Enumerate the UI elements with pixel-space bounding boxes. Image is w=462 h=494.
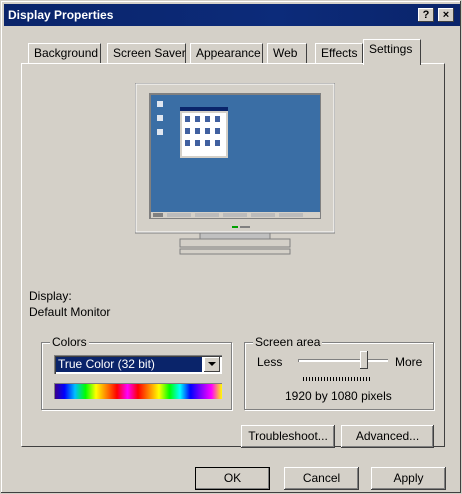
- display-value: Default Monitor: [29, 305, 111, 319]
- more-label: More: [395, 355, 423, 369]
- screen-area-legend: Screen area: [253, 335, 323, 349]
- slider-ticks: [303, 377, 371, 381]
- tab-effects[interactable]: Effects: [315, 43, 363, 63]
- tab-appearance[interactable]: Appearance: [190, 43, 263, 63]
- window-title: Display Properties: [8, 8, 114, 22]
- apply-button[interactable]: Apply: [371, 467, 446, 490]
- display-properties-window: Display Properties ? × Background Screen…: [0, 0, 462, 494]
- cancel-button[interactable]: Cancel: [284, 467, 359, 490]
- monitor-preview: [135, 83, 335, 255]
- resolution-slider-track[interactable]: [298, 359, 388, 362]
- ok-button[interactable]: OK: [195, 467, 270, 490]
- less-label: Less: [257, 355, 283, 369]
- troubleshoot-button[interactable]: Troubleshoot...: [241, 425, 335, 448]
- tab-settings[interactable]: Settings: [363, 39, 421, 65]
- tab-web[interactable]: Web: [267, 43, 307, 63]
- display-label: Display:: [29, 289, 72, 303]
- title-bar[interactable]: Display Properties ? ×: [4, 4, 460, 26]
- colors-select[interactable]: True Color (32 bit): [54, 355, 222, 374]
- help-button[interactable]: ?: [418, 8, 434, 22]
- tab-screen-saver[interactable]: Screen Saver: [107, 43, 186, 63]
- chevron-down-icon[interactable]: [204, 357, 220, 372]
- colors-group: Colors: [41, 335, 232, 410]
- colors-legend: Colors: [50, 335, 89, 349]
- close-button[interactable]: ×: [438, 8, 454, 22]
- resolution-slider-thumb[interactable]: [359, 351, 368, 369]
- tab-background[interactable]: Background: [28, 43, 101, 63]
- resolution-label: 1920 by 1080 pixels: [285, 389, 392, 403]
- color-spectrum: [54, 383, 222, 399]
- advanced-button[interactable]: Advanced...: [341, 425, 434, 448]
- colors-select-value: True Color (32 bit): [56, 357, 202, 372]
